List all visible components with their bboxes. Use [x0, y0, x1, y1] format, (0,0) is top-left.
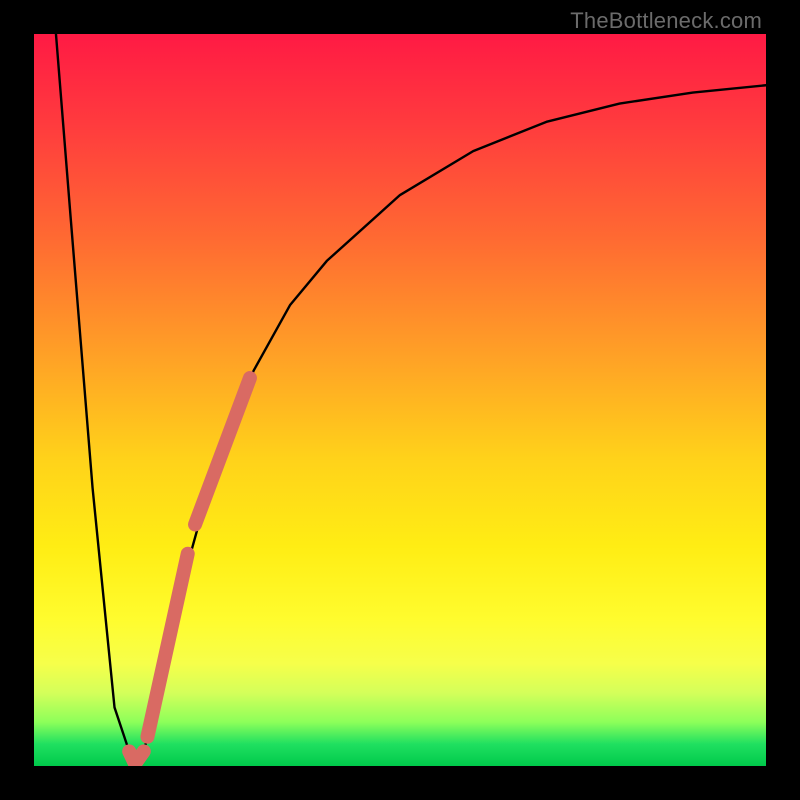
pink-segment-lower: [147, 554, 187, 737]
pink-segment-upper: [195, 378, 250, 524]
curve-layer: [34, 34, 766, 766]
pink-hook: [129, 751, 144, 763]
plot-area: [34, 34, 766, 766]
chart-frame: TheBottleneck.com: [0, 0, 800, 800]
watermark-text: TheBottleneck.com: [570, 8, 762, 34]
